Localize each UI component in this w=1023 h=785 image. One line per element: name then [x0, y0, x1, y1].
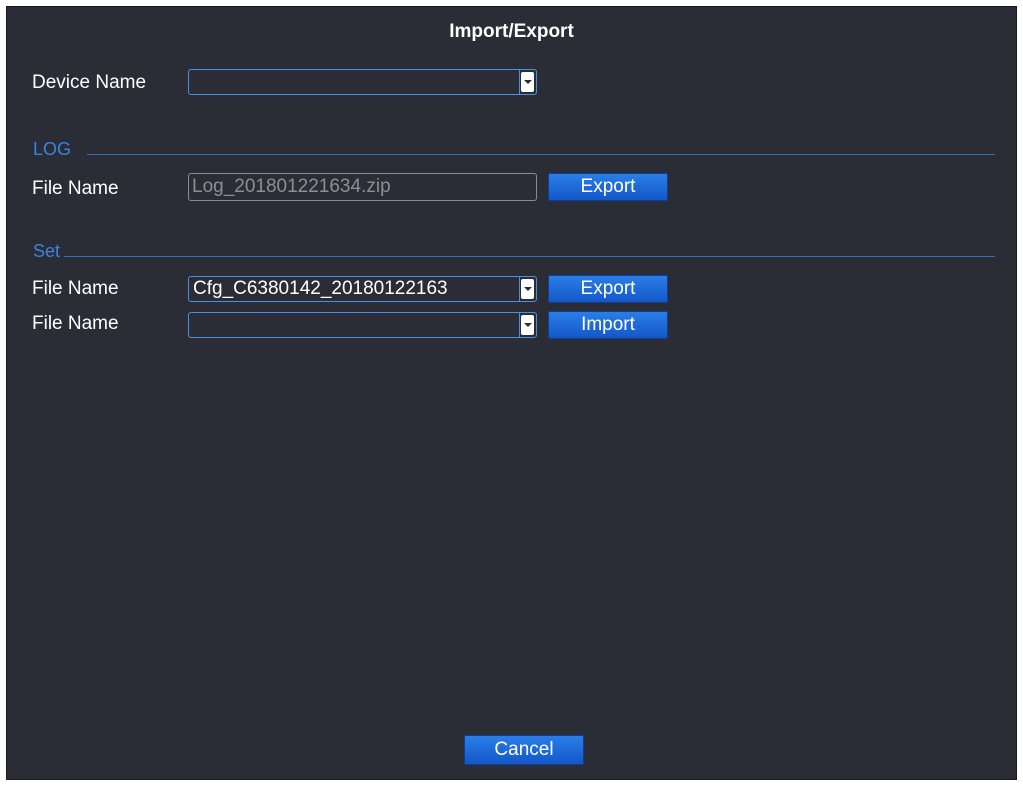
- set-import-file-name-label: File Name: [32, 313, 119, 334]
- set-export-file-name-label: File Name: [32, 278, 119, 299]
- set-section-divider: [64, 256, 995, 257]
- device-name-label: Device Name: [32, 72, 147, 93]
- chevron-down-icon[interactable]: [521, 72, 534, 92]
- set-import-button[interactable]: Import: [548, 311, 668, 339]
- set-export-file-dropdown[interactable]: Cfg_C6380142_20180122163: [188, 276, 537, 302]
- chevron-down-icon[interactable]: [521, 279, 534, 299]
- log-export-button[interactable]: Export: [548, 173, 668, 201]
- log-file-name-label: File Name: [32, 178, 119, 199]
- set-export-button[interactable]: Export: [548, 275, 668, 303]
- cancel-button[interactable]: Cancel: [464, 735, 584, 765]
- device-name-dropdown[interactable]: [188, 69, 537, 95]
- set-import-file-dropdown[interactable]: [188, 312, 537, 338]
- log-file-name-field: Log_201801221634.zip: [188, 173, 537, 201]
- dropdown-separator: [519, 313, 520, 337]
- dialog-title: Import/Export: [449, 21, 574, 42]
- set-section-title: Set: [33, 241, 61, 261]
- dropdown-separator: [519, 70, 520, 94]
- set-export-file-value: Cfg_C6380142_20180122163: [193, 278, 448, 299]
- import-export-dialog: Import/Export Device Name LOG File Name …: [6, 6, 1017, 780]
- chevron-down-icon[interactable]: [521, 315, 534, 335]
- dropdown-separator: [519, 277, 520, 301]
- log-section-title: LOG: [33, 139, 72, 159]
- log-section-divider: [87, 154, 995, 155]
